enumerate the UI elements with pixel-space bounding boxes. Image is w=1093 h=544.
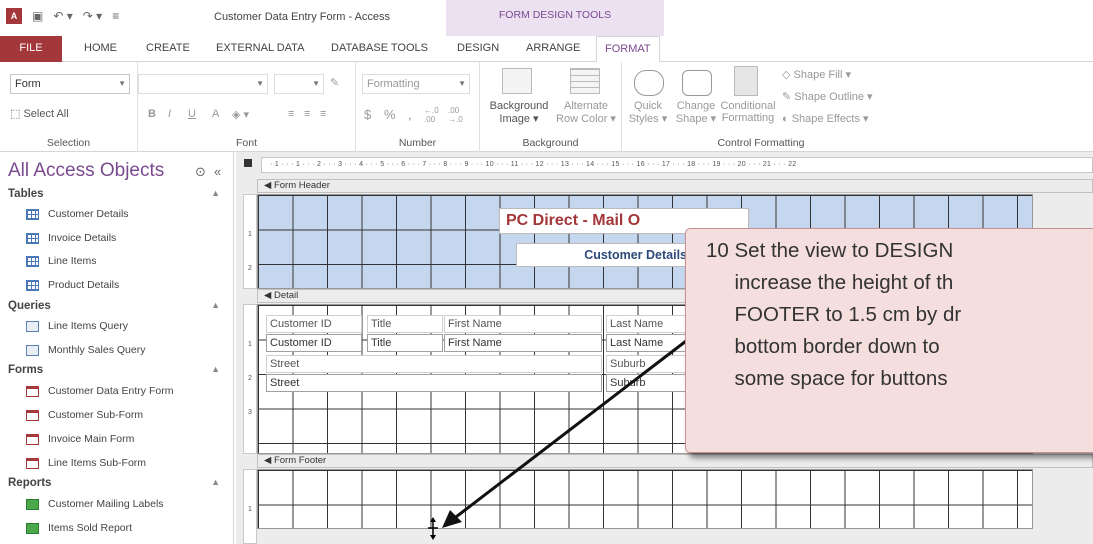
instruction-callout: 10 Set the view to DESIGN increase the h… <box>685 228 1093 453</box>
resize-cursor-icon <box>428 517 438 540</box>
arrow-head <box>442 510 462 528</box>
arrow-line <box>451 336 691 522</box>
callout-text: 10 Set the view to DESIGN increase the h… <box>706 239 962 390</box>
